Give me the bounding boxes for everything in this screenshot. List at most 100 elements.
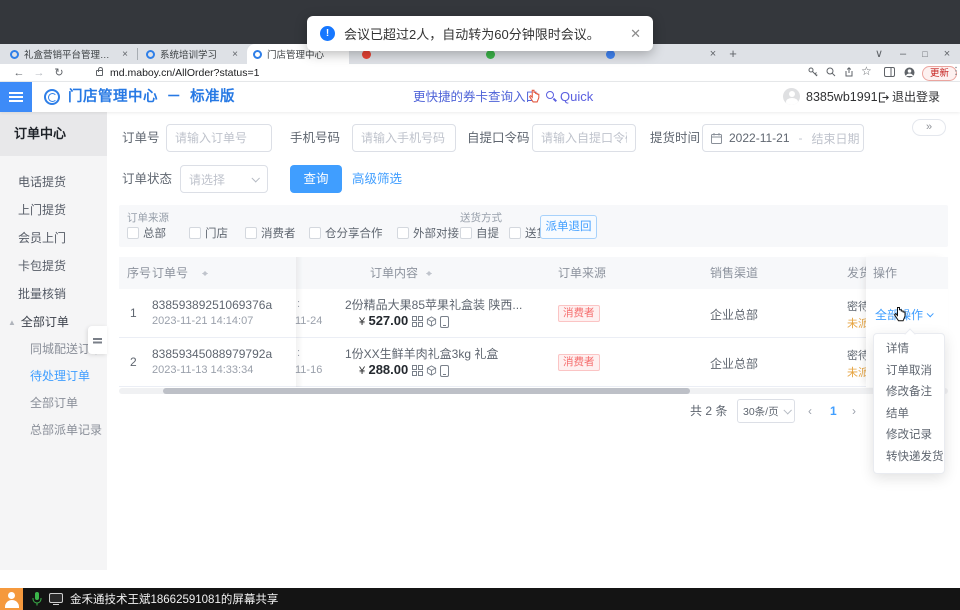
order-time: 2023-11-21 14:14:07 [152, 315, 253, 327]
password-key-icon[interactable] [808, 66, 818, 78]
checkbox-external[interactable]: 外部对接 [397, 225, 459, 241]
sidebar-item-pending-orders[interactable]: 待处理订单 [0, 363, 107, 390]
sidebar-item-phone-pickup[interactable]: 电话提货 [0, 168, 107, 196]
order-no-input[interactable] [166, 124, 272, 152]
dispatch-return-button[interactable]: 派单退回 [540, 215, 597, 239]
checkbox-hq[interactable]: 总部 [127, 225, 166, 241]
sort-icon[interactable] [425, 267, 433, 279]
sidebar: 订单中心 电话提货 上门提货 会员上门 卡包提货 批量核销 ▲全部订单 同城配送… [0, 112, 107, 570]
screen-share-icon [49, 593, 63, 605]
pagination: 共 2 条 30条/页 ‹ 1 › [0, 399, 960, 423]
browser-menu-icon[interactable]: ⋮ [951, 66, 960, 77]
menu-item-to-express[interactable]: 转快递发货 [874, 447, 944, 469]
checkbox-icon[interactable] [245, 227, 257, 239]
window-close-button[interactable]: × [938, 44, 956, 64]
checkbox-self-pickup[interactable]: 自提 [460, 225, 499, 241]
phone-icon[interactable] [440, 316, 449, 328]
toast-close-icon[interactable]: ✕ [630, 26, 641, 42]
url-text[interactable]: md.maboy.cn/AllOrder?status=1 [110, 67, 260, 79]
date-range-picker[interactable]: 2022-11-21 - 结束日期 [702, 124, 864, 152]
table-row[interactable]: 1 83859389251069376a 2023-11-21 14:14:07… [119, 289, 948, 338]
order-status-select[interactable]: 请选择 [180, 165, 268, 193]
checkbox-icon[interactable] [460, 227, 472, 239]
sidebar-item-batch-verify[interactable]: 批量核销 [0, 280, 107, 308]
scrollbar-thumb[interactable] [163, 388, 690, 394]
profile-avatar-icon[interactable] [904, 66, 915, 78]
search-button[interactable]: 查询 [290, 165, 342, 193]
side-panel-icon[interactable] [884, 66, 895, 78]
browser-tab-2[interactable]: 系统培训学习 × [140, 44, 244, 64]
sort-icon[interactable] [201, 267, 209, 279]
bookmark-star-icon[interactable]: ☆ [861, 64, 872, 78]
tab-title: 系统培训学习 [160, 47, 227, 61]
site-favicon [146, 50, 155, 59]
next-page-button[interactable]: › [852, 399, 856, 423]
tab-search-icon[interactable]: ∨ [870, 44, 888, 64]
sidebar-collapse-handle[interactable] [88, 326, 107, 354]
phone-input[interactable] [352, 124, 456, 152]
window-minimize-button[interactable]: – [894, 44, 912, 64]
menu-item-edit-note[interactable]: 修改备注 [874, 382, 944, 404]
sidebar-item-member-visit[interactable]: 会员上门 [0, 224, 107, 252]
expand-filters-button[interactable]: » [912, 119, 946, 136]
back-icon[interactable]: ← [10, 67, 28, 79]
advanced-filter-link[interactable]: 高级筛选 [352, 165, 402, 193]
checkbox-icon[interactable] [509, 227, 521, 239]
col-order-content: 订单内容 [370, 257, 418, 289]
quick-link[interactable]: Quick [560, 82, 593, 112]
phone-icon[interactable] [440, 365, 449, 377]
select-placeholder: 请选择 [189, 171, 252, 188]
sidebar-toggle-button[interactable] [0, 82, 32, 112]
current-page-button[interactable]: 1 [830, 399, 837, 423]
checkbox-icon[interactable] [127, 227, 139, 239]
https-lock-icon [96, 70, 103, 76]
forward-icon[interactable]: → [30, 67, 48, 79]
hidden-tab-favicon-blue[interactable] [606, 50, 615, 59]
gift-box-icon[interactable] [426, 316, 437, 327]
reload-icon[interactable]: ↻ [50, 66, 68, 79]
qr-icon[interactable] [412, 316, 423, 327]
col-order-source: 订单来源 [558, 257, 606, 289]
checkbox-warehouse-share[interactable]: 仓分享合作 [309, 225, 383, 241]
qr-icon[interactable] [412, 365, 423, 376]
user-avatar[interactable] [783, 88, 800, 105]
checkbox-consumer[interactable]: 消费者 [245, 225, 296, 241]
sidebar-item-door-pickup[interactable]: 上门提货 [0, 196, 107, 224]
hidden-tab-favicon-green[interactable] [486, 50, 495, 59]
zoom-icon[interactable] [826, 66, 836, 78]
sales-channel: 企业总部 [710, 306, 758, 323]
checkbox-icon[interactable] [397, 227, 409, 239]
checkbox-icon[interactable] [309, 227, 321, 239]
tab-close-icon[interactable]: × [704, 44, 722, 64]
browser-tab-1[interactable]: 礼盒营销平台管理中心 × [4, 44, 134, 64]
pickup-code-input[interactable] [532, 124, 636, 152]
table-row[interactable]: 2 83859345088979792a 2023-11-13 14:33:34… [119, 338, 948, 387]
sidebar-item-card-pickup[interactable]: 卡包提货 [0, 252, 107, 280]
tab-separator [137, 48, 138, 60]
logout-button[interactable]: 退出登录 [878, 82, 940, 112]
page-size-select[interactable]: 30条/页 [737, 399, 795, 423]
hidden-tab-favicon-red[interactable] [362, 50, 371, 59]
share-icon[interactable] [844, 66, 854, 78]
tab-close-icon[interactable]: × [232, 49, 238, 60]
order-price-line: ¥ 288.00 [359, 362, 449, 377]
checkbox-icon[interactable] [189, 227, 201, 239]
menu-item-close-order[interactable]: 结单 [874, 404, 944, 426]
meeting-toast: ! 会议已超过2人，自动转为60分钟限时会议。 ✕ [307, 16, 653, 51]
order-content: 2份精品大果85苹果礼盒装 陕西... [345, 296, 522, 313]
tab-close-icon[interactable]: × [122, 49, 128, 60]
checkbox-store[interactable]: 门店 [189, 225, 228, 241]
menu-item-cancel-order[interactable]: 订单取消 [874, 361, 944, 383]
menu-item-edit-history[interactable]: 修改记录 [874, 425, 944, 447]
screen-share-text: 金禾通技术王斌18662591081的屏幕共享 [70, 591, 278, 607]
new-tab-button[interactable]: + [724, 44, 742, 64]
quick-search-icon[interactable] [546, 91, 554, 99]
coupon-query-link[interactable]: 更快捷的券卡查询入口 [413, 82, 538, 112]
menu-item-details[interactable]: 详情 [874, 339, 944, 361]
gift-box-icon[interactable] [426, 365, 437, 376]
start-date-value[interactable]: 2022-11-21 [729, 131, 790, 145]
window-maximize-button[interactable]: □ [916, 44, 934, 64]
pickup-time-label: 提货时间 [650, 124, 700, 152]
end-date-placeholder[interactable]: 结束日期 [812, 130, 860, 147]
prev-page-button[interactable]: ‹ [808, 399, 812, 423]
